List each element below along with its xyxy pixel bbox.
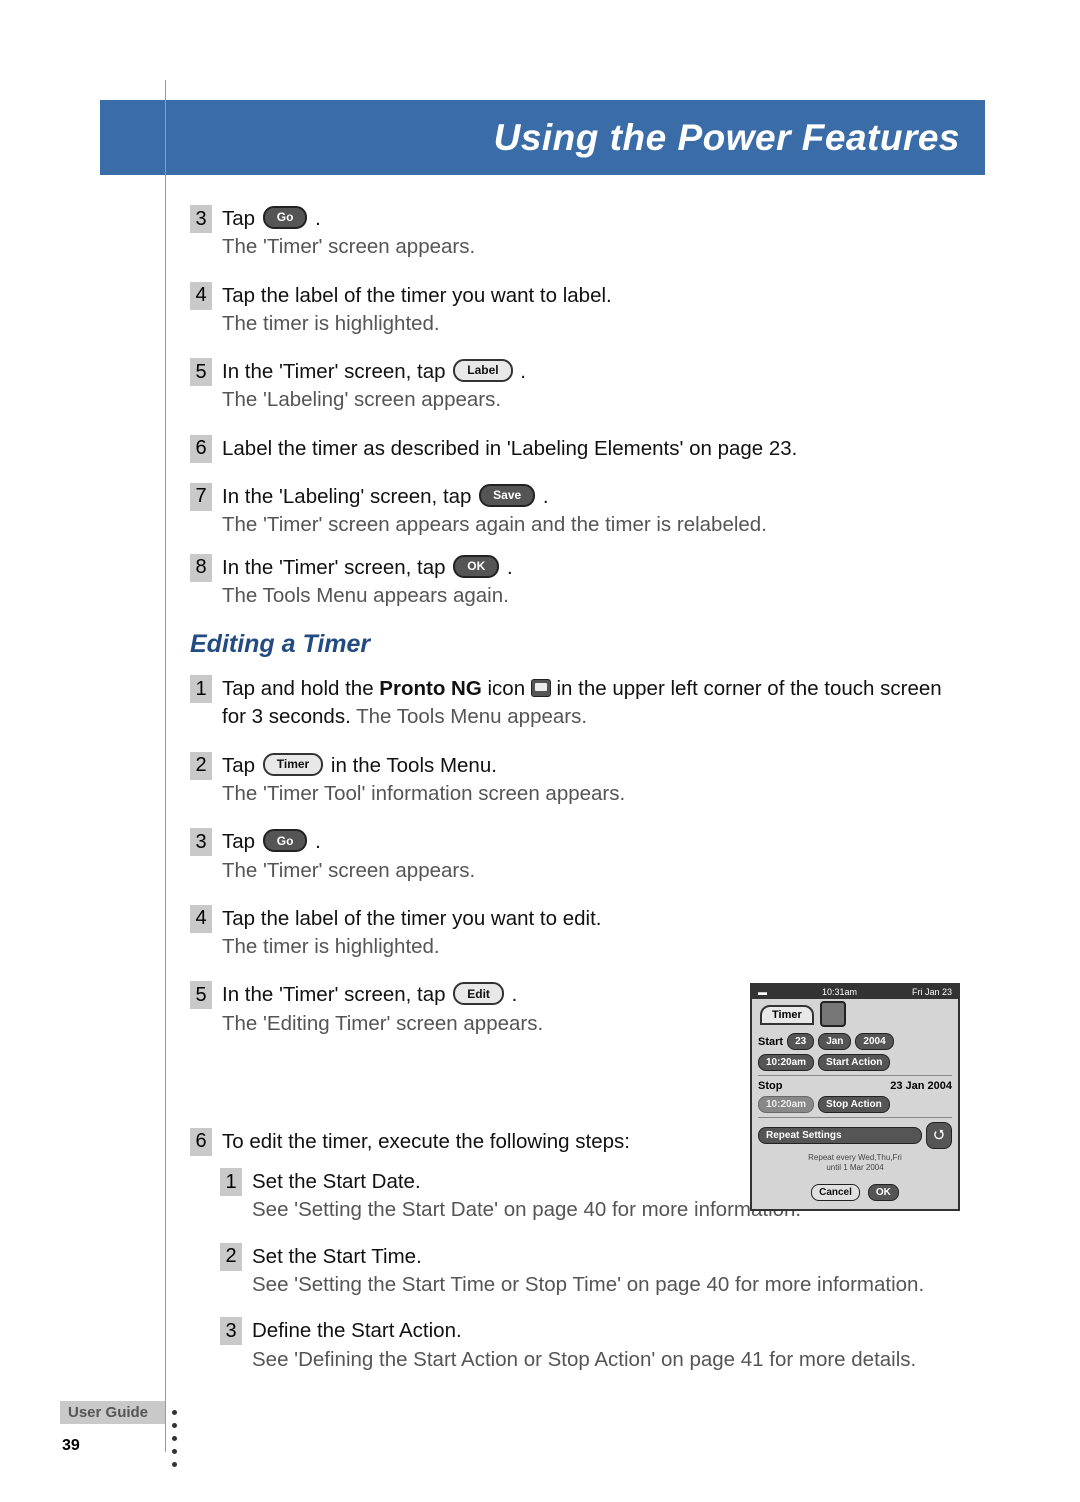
step-4: 4 Tap the label of the timer you want to… [190, 282, 960, 339]
step-sub: The 'Labeling' screen appears. [222, 388, 501, 411]
substep-3: 3 Define the Start Action. See 'Defining… [220, 1317, 960, 1374]
timer-topbar: ▬ 10:31am Fri Jan 23 [752, 985, 958, 999]
step-number: 2 [190, 752, 212, 780]
step-text: Tap the label of the timer you want to e… [222, 907, 601, 930]
step-sub: The timer is highlighted. [222, 312, 440, 335]
step-sub: See 'Defining the Start Action or Stop A… [252, 1348, 916, 1371]
repeat-settings-button: Repeat Settings [758, 1127, 922, 1144]
step-text: In the 'Labeling' screen, tap Save . [222, 485, 549, 508]
step-number: 3 [220, 1317, 242, 1345]
step-sub: See 'Setting the Start Date' on page 40 … [252, 1198, 801, 1221]
stop-date: 23 Jan 2004 [890, 1080, 952, 1092]
start-time-button: 10:20am [758, 1054, 814, 1071]
battery-icon: ▬ [758, 987, 767, 997]
pronto-icon [531, 679, 551, 697]
substep-2: 2 Set the Start Time. See 'Setting the S… [220, 1243, 960, 1300]
step-8: 8 In the 'Timer' screen, tap OK . The To… [190, 554, 960, 611]
timer-clock: 10:31am [822, 987, 857, 997]
step-sub: The Tools Menu appears again. [222, 584, 509, 607]
step-number: 3 [190, 205, 212, 233]
step-sub: The 'Timer' screen appears. [222, 235, 475, 258]
step-7: 7 In the 'Labeling' screen, tap Save . T… [190, 483, 960, 540]
page-title: Using the Power Features [494, 117, 960, 159]
step-number: 1 [220, 1168, 242, 1196]
year-button: 2004 [855, 1033, 893, 1050]
step-text: Tap the label of the timer you want to l… [222, 284, 612, 307]
step-number: 6 [190, 1128, 212, 1156]
day-button: 23 [787, 1033, 814, 1050]
page-header: Using the Power Features [100, 100, 985, 175]
step-number: 8 [190, 554, 212, 582]
timer-button: Timer [263, 753, 323, 776]
refresh-icon: ⭯ [926, 1122, 952, 1149]
ok-button: OK [453, 555, 499, 578]
month-button: Jan [818, 1033, 851, 1050]
ok-button: OK [868, 1184, 899, 1201]
repeat-description: Repeat every Wed,Thu,Fri until 1 Mar 200… [758, 1153, 952, 1172]
step-sub: The timer is highlighted. [222, 935, 440, 958]
step-sub: The 'Editing Timer' screen appears. [222, 1012, 543, 1035]
step-b3: 3 Tap Go . The 'Timer' screen appears. [190, 828, 960, 885]
step-text: Label the timer as described in 'Labelin… [222, 437, 797, 460]
step-number: 1 [190, 675, 212, 703]
vertical-rule [165, 80, 166, 1452]
step-b2: 2 Tap Timer in the Tools Menu. The 'Time… [190, 752, 960, 809]
step-number: 7 [190, 483, 212, 511]
step-number: 6 [190, 435, 212, 463]
stop-action-button: Stop Action [818, 1096, 890, 1113]
step-sub: See 'Setting the Start Time or Stop Time… [252, 1273, 924, 1296]
timer-tab: Timer [760, 1005, 814, 1025]
decorative-dots [172, 1410, 177, 1467]
step-text: Tap Go . [222, 830, 321, 853]
edit-button: Edit [453, 982, 504, 1005]
step-number: 2 [220, 1243, 242, 1271]
step-number: 5 [190, 981, 212, 1009]
timer-date: Fri Jan 23 [912, 987, 952, 997]
step-sub: The 'Timer' screen appears again and the… [222, 513, 767, 536]
stop-label: Stop [758, 1080, 782, 1092]
step-text: In the 'Timer' screen, tap Label . [222, 360, 526, 383]
step-text: Tap Go . [222, 207, 321, 230]
timer-screen-illustration: ▬ 10:31am Fri Jan 23 Timer Start 23 Jan … [750, 983, 960, 1211]
step-text: To edit the timer, execute the following… [222, 1130, 630, 1153]
cancel-button: Cancel [811, 1184, 860, 1201]
step-number: 4 [190, 282, 212, 310]
footer-label: User Guide [60, 1401, 165, 1424]
go-button: Go [263, 206, 308, 229]
step-text: Set the Start Time. [252, 1245, 422, 1268]
step-text: Set the Start Date. [252, 1170, 421, 1193]
step-6: 6 Label the timer as described in 'Label… [190, 435, 960, 463]
step-text: In the 'Timer' screen, tap Edit . [222, 983, 517, 1006]
step-text: Define the Start Action. [252, 1319, 462, 1342]
save-button: Save [479, 484, 535, 507]
section-heading: Editing a Timer [190, 630, 960, 659]
step-sub: The 'Timer Tool' information screen appe… [222, 782, 625, 805]
step-b1: 1 Tap and hold the Pronto NG icon in the… [190, 675, 960, 732]
step-3: 3 Tap Go . The 'Timer' screen appears. [190, 205, 960, 262]
stop-time-button: 10:20am [758, 1096, 814, 1113]
go-button: Go [263, 829, 308, 852]
step-sub: The 'Timer' screen appears. [222, 859, 475, 882]
start-action-button: Start Action [818, 1054, 890, 1071]
step-5: 5 In the 'Timer' screen, tap Label . The… [190, 358, 960, 415]
clock-icon [820, 1001, 846, 1027]
step-sub: The Tools Menu appears. [356, 705, 587, 728]
step-number: 5 [190, 358, 212, 386]
page-number: 39 [62, 1437, 80, 1455]
step-number: 4 [190, 905, 212, 933]
step-text: In the 'Timer' screen, tap OK . [222, 556, 513, 579]
start-label: Start [758, 1036, 783, 1048]
label-button: Label [453, 359, 512, 382]
step-text: Tap Timer in the Tools Menu. [222, 754, 497, 777]
step-b4: 4 Tap the label of the timer you want to… [190, 905, 960, 962]
step-number: 3 [190, 828, 212, 856]
